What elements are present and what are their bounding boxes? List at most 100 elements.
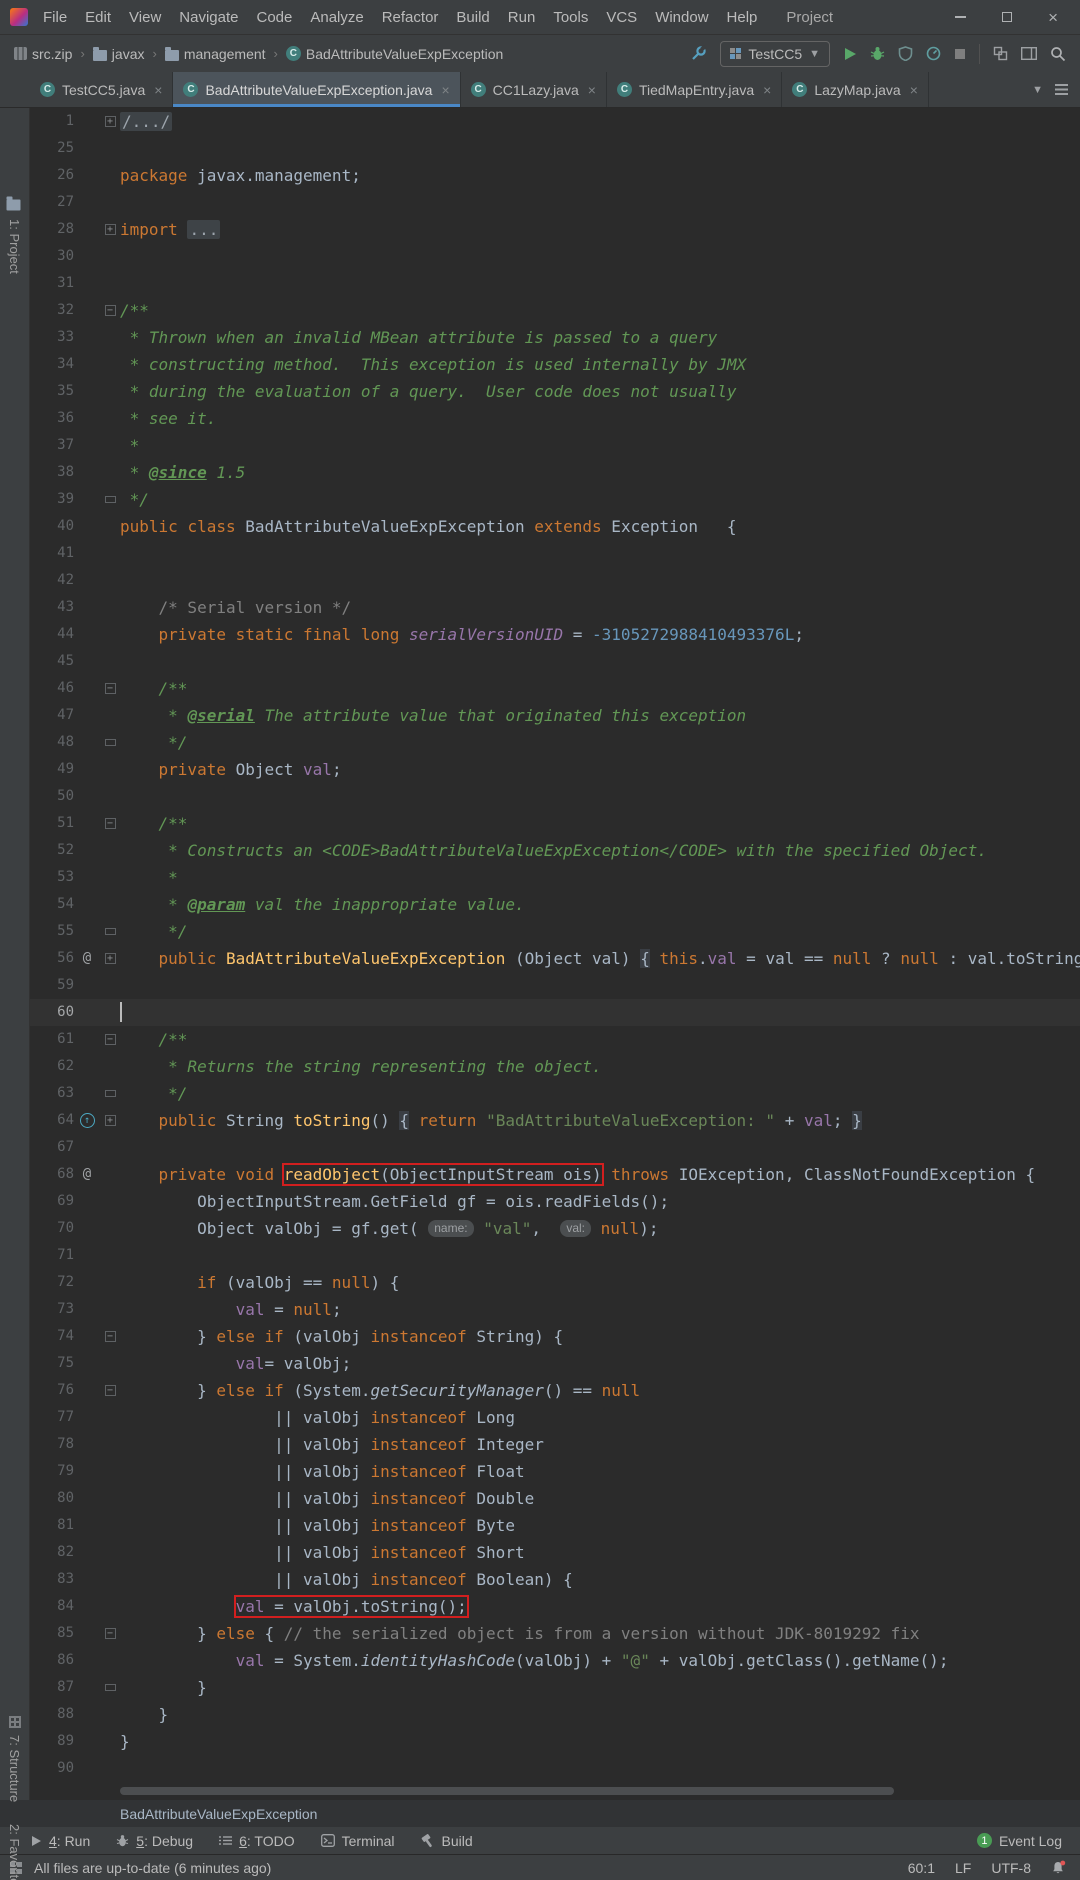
- code-line-52[interactable]: 52 * Constructs an <CODE>BadAttributeVal…: [30, 837, 1080, 864]
- close-icon[interactable]: ×: [588, 82, 596, 98]
- gutter[interactable]: 55: [30, 918, 120, 945]
- code-line-86[interactable]: 86 val = System.identityHashCode(valObj)…: [30, 1647, 1080, 1674]
- fold-column[interactable]: [100, 729, 120, 756]
- line-number[interactable]: 28: [30, 216, 74, 243]
- fold-column[interactable]: [100, 1512, 120, 1539]
- code-line-61[interactable]: 61− /**: [30, 1026, 1080, 1053]
- line-number[interactable]: 78: [30, 1431, 74, 1458]
- gutter[interactable]: 84: [30, 1593, 120, 1620]
- line-number[interactable]: 69: [30, 1188, 74, 1215]
- code-line-62[interactable]: 62 * Returns the string representing the…: [30, 1053, 1080, 1080]
- fold-column[interactable]: [100, 1566, 120, 1593]
- gutter[interactable]: 45: [30, 648, 120, 675]
- gutter[interactable]: 52: [30, 837, 120, 864]
- code-text[interactable]: /**: [120, 675, 1080, 702]
- gutter[interactable]: 63: [30, 1080, 120, 1107]
- fold-marker-icon[interactable]: [105, 1684, 116, 1691]
- fold-marker-icon[interactable]: +: [105, 224, 116, 235]
- gutter[interactable]: 61−: [30, 1026, 120, 1053]
- code-line-55[interactable]: 55 */: [30, 918, 1080, 945]
- gutter[interactable]: 34: [30, 351, 120, 378]
- code-text[interactable]: * @param val the inappropriate value.: [120, 891, 1080, 918]
- code-line-72[interactable]: 72 if (valObj == null) {: [30, 1269, 1080, 1296]
- code-text[interactable]: * @serial The attribute value that origi…: [120, 702, 1080, 729]
- fold-column[interactable]: [100, 378, 120, 405]
- line-number[interactable]: 80: [30, 1485, 74, 1512]
- fold-column[interactable]: +: [100, 1107, 120, 1134]
- tab-CC1Lazy.java[interactable]: CCC1Lazy.java×: [461, 72, 607, 107]
- code-line-81[interactable]: 81 || valObj instanceof Byte: [30, 1512, 1080, 1539]
- gutter[interactable]: 50: [30, 783, 120, 810]
- code-text[interactable]: || valObj instanceof Byte: [120, 1512, 1080, 1539]
- tab-TestCC5.java[interactable]: CTestCC5.java×: [30, 72, 173, 107]
- code-text[interactable]: Object valObj = gf.get( name: "val", val…: [120, 1215, 1080, 1242]
- line-number[interactable]: 84: [30, 1593, 74, 1620]
- line-number[interactable]: 73: [30, 1296, 74, 1323]
- code-line-63[interactable]: 63 */: [30, 1080, 1080, 1107]
- toolwindow-terminal[interactable]: Terminal: [321, 1833, 395, 1849]
- gutter[interactable]: 85−: [30, 1620, 120, 1647]
- fold-column[interactable]: +: [100, 108, 120, 135]
- line-number[interactable]: 72: [30, 1269, 74, 1296]
- fold-column[interactable]: [100, 1134, 120, 1161]
- code-text[interactable]: [120, 567, 1080, 594]
- code-text[interactable]: }: [120, 1728, 1080, 1755]
- code-text[interactable]: }: [120, 1701, 1080, 1728]
- code-text[interactable]: */: [120, 486, 1080, 513]
- line-number[interactable]: 55: [30, 918, 74, 945]
- breadcrumb-item[interactable]: src.zip: [12, 46, 74, 62]
- code-line-70[interactable]: 70 Object valObj = gf.get( name: "val", …: [30, 1215, 1080, 1242]
- fold-marker-icon[interactable]: −: [105, 1385, 116, 1396]
- code-text[interactable]: * see it.: [120, 405, 1080, 432]
- fold-marker-icon[interactable]: −: [105, 1331, 116, 1342]
- code-line-71[interactable]: 71: [30, 1242, 1080, 1269]
- fold-column[interactable]: [100, 567, 120, 594]
- code-line-31[interactable]: 31: [30, 270, 1080, 297]
- code-line-54[interactable]: 54 * @param val the inappropriate value.: [30, 891, 1080, 918]
- line-number[interactable]: 89: [30, 1728, 74, 1755]
- code-line-59[interactable]: 59: [30, 972, 1080, 999]
- code-line-47[interactable]: 47 * @serial The attribute value that or…: [30, 702, 1080, 729]
- code-text[interactable]: *: [120, 864, 1080, 891]
- tabs-menu-icon[interactable]: [1055, 84, 1068, 95]
- code-text[interactable]: import ...: [120, 216, 1080, 243]
- line-number[interactable]: 1: [30, 108, 74, 135]
- code-text[interactable]: || valObj instanceof Integer: [120, 1431, 1080, 1458]
- fold-column[interactable]: [100, 459, 120, 486]
- gutter[interactable]: 80: [30, 1485, 120, 1512]
- code-line-26[interactable]: 26package javax.management;: [30, 162, 1080, 189]
- line-number[interactable]: 87: [30, 1674, 74, 1701]
- line-number[interactable]: 62: [30, 1053, 74, 1080]
- fold-column[interactable]: [100, 1161, 120, 1188]
- line-number[interactable]: 56: [30, 945, 74, 972]
- code-line-34[interactable]: 34 * constructing method. This exception…: [30, 351, 1080, 378]
- code-text[interactable]: * Returns the string representing the ob…: [120, 1053, 1080, 1080]
- fold-column[interactable]: [100, 972, 120, 999]
- tab-TiedMapEntry.java[interactable]: CTiedMapEntry.java×: [607, 72, 782, 107]
- menu-window[interactable]: Window: [646, 9, 717, 26]
- line-number[interactable]: 70: [30, 1215, 74, 1242]
- fold-column[interactable]: [100, 1674, 120, 1701]
- toolwindow-button-1-project[interactable]: 1: Project: [0, 198, 30, 274]
- fold-column[interactable]: [100, 1215, 120, 1242]
- code-line-84[interactable]: 84 val = valObj.toString();: [30, 1593, 1080, 1620]
- fold-marker-icon[interactable]: −: [105, 683, 116, 694]
- code-text[interactable]: } else if (System.getSecurityManager() =…: [120, 1377, 1080, 1404]
- code-line-87[interactable]: 87 }: [30, 1674, 1080, 1701]
- gutter[interactable]: 48: [30, 729, 120, 756]
- line-number[interactable]: 77: [30, 1404, 74, 1431]
- code-text[interactable]: val = System.identityHashCode(valObj) + …: [120, 1647, 1080, 1674]
- line-number[interactable]: 68: [30, 1161, 74, 1188]
- code-text[interactable]: * constructing method. This exception is…: [120, 351, 1080, 378]
- fold-column[interactable]: [100, 432, 120, 459]
- code-text[interactable]: [120, 1755, 1080, 1782]
- code-line-33[interactable]: 33 * Thrown when an invalid MBean attrib…: [30, 324, 1080, 351]
- fold-marker-icon[interactable]: [105, 1090, 116, 1097]
- line-number[interactable]: 82: [30, 1539, 74, 1566]
- line-number[interactable]: 32: [30, 297, 74, 324]
- close-icon[interactable]: ×: [441, 82, 449, 98]
- code-text[interactable]: [120, 972, 1080, 999]
- code-line-89[interactable]: 89}: [30, 1728, 1080, 1755]
- debug-button[interactable]: [870, 46, 885, 61]
- code-text[interactable]: val= valObj;: [120, 1350, 1080, 1377]
